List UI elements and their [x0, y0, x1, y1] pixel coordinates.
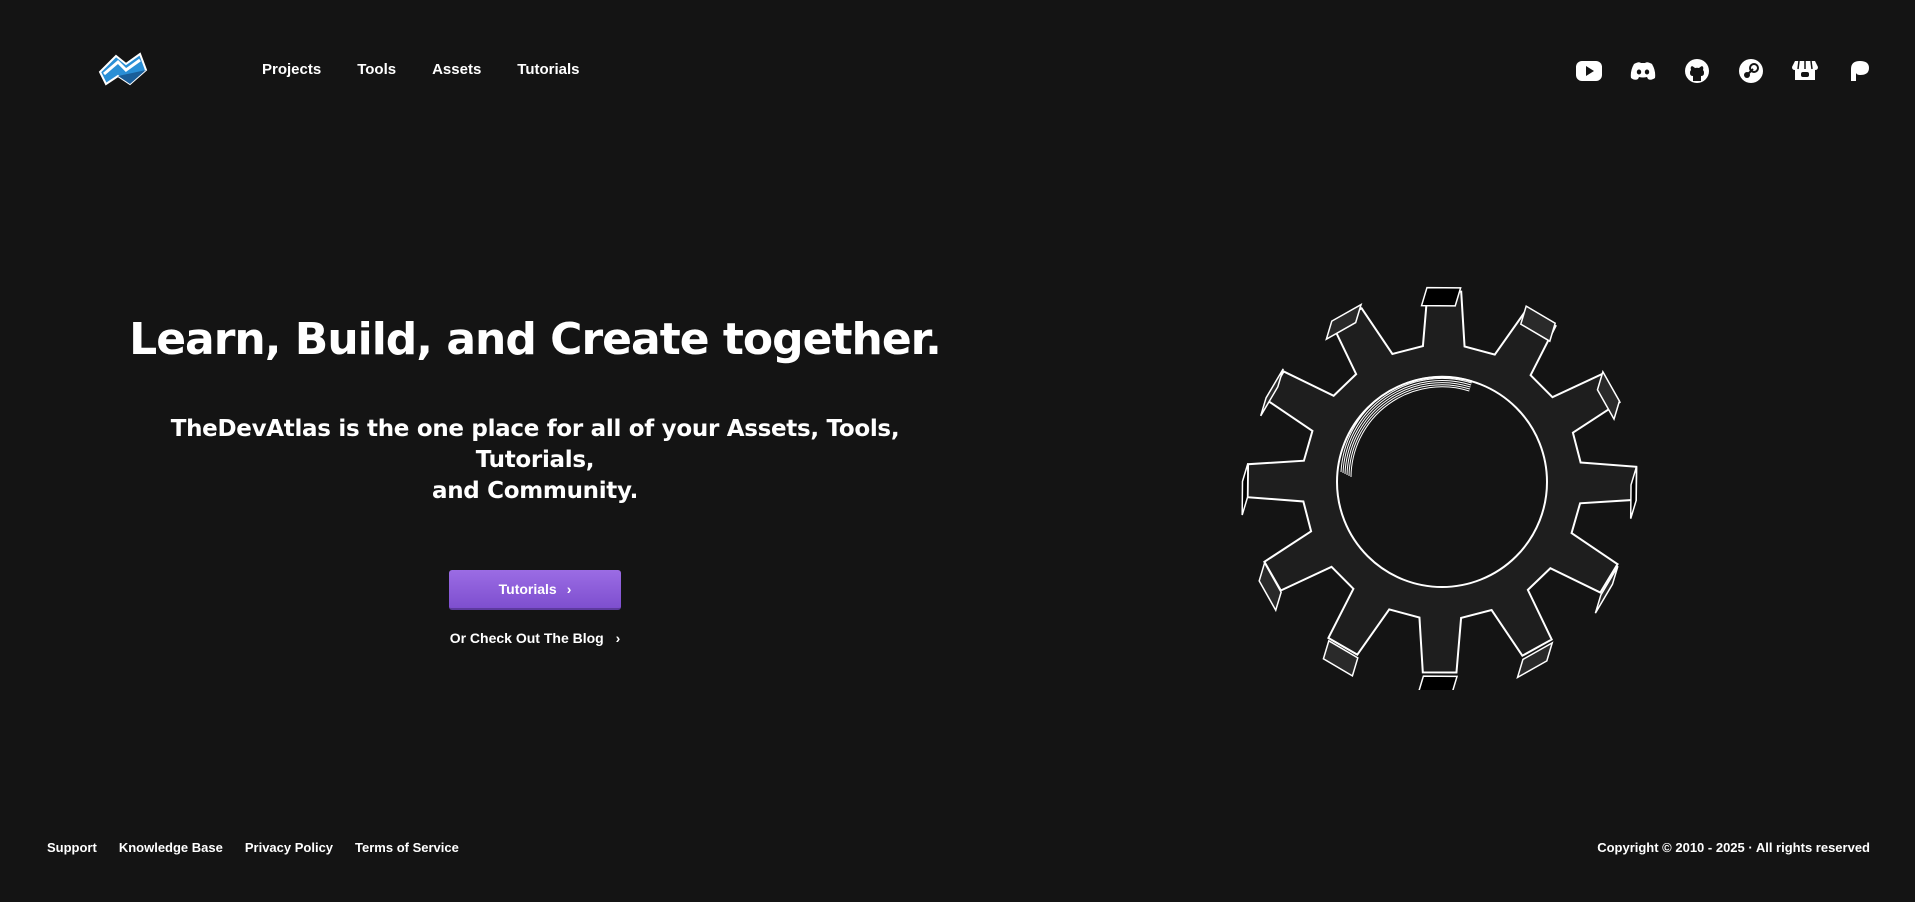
devatlas-logo-icon[interactable] — [96, 50, 150, 90]
chevron-right-icon: › — [615, 630, 621, 646]
tutorials-button-label: Tutorials — [498, 581, 557, 597]
footer-link-terms-of-service[interactable]: Terms of Service — [355, 840, 459, 855]
nav-projects[interactable]: Projects — [262, 60, 321, 80]
blog-link[interactable]: Or Check Out The Blog › — [110, 630, 960, 646]
social-links — [1549, 57, 1873, 85]
main-nav: Projects Tools Assets Tutorials — [262, 60, 616, 80]
chevron-right-icon: › — [566, 581, 572, 597]
gear-tooth-face — [1420, 286, 1462, 307]
copyright-text: Copyright © 2010 - 2025 · All rights res… — [1597, 840, 1870, 855]
discord-icon[interactable] — [1629, 57, 1657, 85]
tutorials-button[interactable]: Tutorials › — [449, 570, 621, 610]
gear-icon — [1241, 286, 1638, 690]
steam-icon[interactable] — [1737, 57, 1765, 85]
gear-tooth-face — [1241, 463, 1249, 516]
itchio-icon[interactable] — [1791, 57, 1819, 85]
youtube-icon[interactable] — [1575, 57, 1603, 85]
gear-tooth-face — [1418, 675, 1459, 690]
blog-link-label: Or Check Out The Blog — [449, 630, 604, 646]
github-icon[interactable] — [1683, 57, 1711, 85]
nav-assets[interactable]: Assets — [432, 60, 481, 80]
nav-tutorials[interactable]: Tutorials — [517, 60, 579, 80]
footer-link-knowledge-base[interactable]: Knowledge Base — [119, 840, 223, 855]
hero-title: Learn, Build, and Create together. — [129, 314, 942, 365]
nav-tools[interactable]: Tools — [357, 60, 396, 80]
page: Projects Tools Assets Tutorials Learn, B… — [0, 0, 1915, 902]
hero-section: Learn, Build, and Create together. TheDe… — [110, 310, 960, 646]
hero-subtitle-line2: and Community. — [431, 478, 639, 504]
footer-links: Support Knowledge Base Privacy Policy Te… — [47, 840, 481, 855]
hero-subtitle: TheDevAtlas is the one place for all of … — [120, 414, 950, 507]
footer-link-privacy-policy[interactable]: Privacy Policy — [245, 840, 333, 855]
footer-link-support[interactable]: Support — [47, 840, 97, 855]
patreon-icon[interactable] — [1845, 57, 1873, 85]
hero-subtitle-line1: TheDevAtlas is the one place for all of … — [170, 416, 900, 473]
